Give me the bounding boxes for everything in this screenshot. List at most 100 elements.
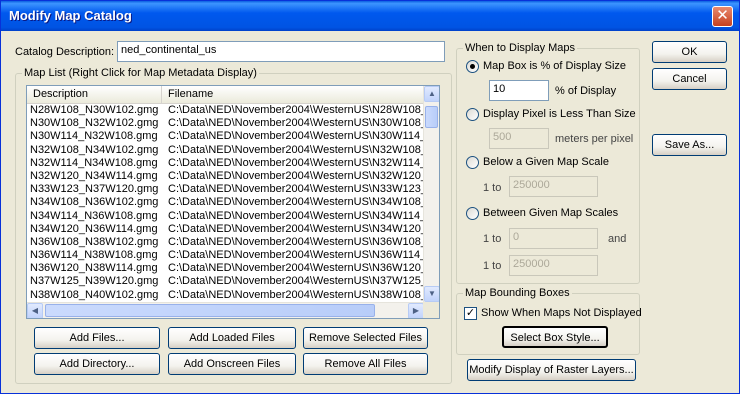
scale-prefix: 1 to: [483, 182, 502, 194]
row-description: N38W108_N40W102.gmg: [30, 288, 159, 301]
mapbox-percent-input[interactable]: 10: [489, 80, 549, 101]
scroll-right-icon[interactable]: ▶: [408, 303, 424, 318]
scroll-up-icon[interactable]: ▲: [424, 86, 439, 102]
between-to-prefix: 1 to: [483, 260, 502, 272]
row-description: N34W120_N36W114.gmg: [30, 222, 158, 235]
table-row[interactable]: N32W120_N34W114.gmg C:\Data\NED\November2…: [27, 170, 424, 183]
row-description: N32W114_N34W108.gmg: [30, 156, 158, 169]
row-filename: C:\Data\NED\November2004\WesternUS\N34W1…: [168, 209, 424, 222]
table-row[interactable]: N30W108_N32W102.gmg C:\Data\NED\November2…: [27, 117, 424, 130]
row-description: N37W125_N39W120.gmg: [30, 275, 159, 288]
horizontal-scrollbar[interactable]: ◀ ▶: [27, 302, 424, 318]
row-description: N36W114_N38W108.gmg: [30, 249, 158, 262]
add-onscreen-files-button[interactable]: Add Onscreen Files: [168, 353, 296, 375]
row-filename: C:\Data\NED\November2004\WesternUS\N34W1…: [168, 222, 424, 235]
table-row[interactable]: N32W108_N34W102.gmg C:\Data\NED\November2…: [27, 144, 424, 157]
radio-scale[interactable]: [466, 156, 479, 169]
table-row[interactable]: N28W108_N30W102.gmg C:\Data\NED\November2…: [27, 104, 424, 117]
between-and-label: and: [608, 233, 627, 245]
table-row[interactable]: N32W114_N34W108.gmg C:\Data\NED\November2…: [27, 157, 424, 170]
table-row[interactable]: N34W108_N36W102.gmg C:\Data\NED\November2…: [27, 196, 424, 209]
row-filename: C:\Data\NED\November2004\WesternUS\N36W1…: [168, 262, 424, 275]
between-to-input[interactable]: 250000: [509, 255, 598, 276]
scale-input[interactable]: 250000: [509, 176, 598, 197]
row-filename: C:\Data\NED\November2004\WesternUS\N32W1…: [168, 169, 424, 182]
between-from-input[interactable]: 0: [509, 228, 598, 249]
radio-pixel[interactable]: [466, 108, 479, 121]
table-row[interactable]: N34W120_N36W114.gmg C:\Data\NED\November2…: [27, 223, 424, 236]
scroll-left-icon[interactable]: ◀: [27, 303, 43, 318]
table-row[interactable]: N30W114_N32W108.gmg C:\Data\NED\November2…: [27, 130, 424, 143]
modify-raster-display-button[interactable]: Modify Display of Raster Layers...: [467, 359, 636, 381]
add-loaded-files-button[interactable]: Add Loaded Files: [168, 327, 296, 349]
row-description: N32W120_N34W114.gmg: [30, 169, 158, 182]
row-description: N28W108_N30W102.gmg: [30, 104, 159, 116]
table-row[interactable]: N37W125_N39W120.gmg C:\Data\NED\November2…: [27, 275, 424, 288]
radio-mapbox-label: Map Box is % of Display Size: [483, 60, 627, 72]
row-description: N36W108_N38W102.gmg: [30, 235, 159, 248]
radio-between-label: Between Given Map Scales: [483, 207, 619, 219]
radio-mapbox[interactable]: [466, 60, 479, 73]
radio-between[interactable]: [466, 207, 479, 220]
bounding-boxes-title: Map Bounding Boxes: [463, 287, 572, 299]
show-bounding-checkbox[interactable]: ✓: [464, 307, 477, 320]
cancel-button[interactable]: Cancel: [652, 68, 727, 90]
row-filename: C:\Data\NED\November2004\WesternUS\N36W1…: [168, 249, 424, 262]
row-filename: C:\Data\NED\November2004\WesternUS\N28W1…: [168, 104, 424, 116]
pixel-size-input[interactable]: 500: [489, 128, 549, 149]
table-row[interactable]: N36W114_N38W108.gmg C:\Data\NED\November2…: [27, 249, 424, 262]
add-directory-button[interactable]: Add Directory...: [34, 353, 160, 375]
map-list-group-title: Map List (Right Click for Map Metadata D…: [22, 67, 259, 79]
pixel-suffix: meters per pixel: [555, 133, 634, 145]
vertical-scrollbar[interactable]: ▲ ▼: [423, 86, 439, 302]
horizontal-scroll-thumb[interactable]: [45, 304, 375, 317]
row-filename: C:\Data\NED\November2004\WesternUS\N34W1…: [168, 196, 424, 209]
table-row[interactable]: N38W108_N40W102.gmg C:\Data\NED\November2…: [27, 289, 424, 302]
row-filename: C:\Data\NED\November2004\WesternUS\N30W1…: [168, 117, 424, 130]
column-header-description[interactable]: Description: [27, 86, 162, 104]
scroll-corner: [423, 302, 439, 318]
list-header: Description Filename: [27, 86, 424, 104]
table-row[interactable]: N36W108_N38W102.gmg C:\Data\NED\November2…: [27, 236, 424, 249]
dialog-title: Modify Map Catalog: [9, 8, 132, 23]
remove-all-files-button[interactable]: Remove All Files: [303, 353, 428, 375]
list-rows: N28W108_N30W102.gmg C:\Data\NED\November2…: [27, 104, 424, 302]
row-filename: C:\Data\NED\November2004\WesternUS\N32W1…: [168, 156, 424, 169]
row-description: N34W108_N36W102.gmg: [30, 196, 159, 209]
row-description: N36W120_N38W114.gmg: [30, 262, 158, 275]
column-header-filename[interactable]: Filename: [162, 86, 424, 104]
save-as-button[interactable]: Save As...: [652, 134, 727, 156]
row-filename: C:\Data\NED\November2004\WesternUS\N30W1…: [168, 130, 424, 143]
radio-scale-label: Below a Given Map Scale: [483, 156, 609, 168]
select-box-style-button[interactable]: Select Box Style...: [502, 326, 608, 348]
row-description: N30W114_N32W108.gmg: [30, 130, 158, 143]
row-description: N33W123_N37W120.gmg: [30, 183, 159, 196]
remove-selected-files-button[interactable]: Remove Selected Files: [303, 327, 428, 349]
scroll-down-icon[interactable]: ▼: [424, 286, 439, 302]
when-to-display-title: When to Display Maps: [463, 42, 578, 54]
modify-map-catalog-dialog: Modify Map Catalog ✕ Catalog Description…: [0, 0, 740, 394]
row-filename: C:\Data\NED\November2004\WesternUS\N37W1…: [168, 275, 424, 288]
show-bounding-label: Show When Maps Not Displayed: [481, 307, 642, 319]
catalog-description-label: Catalog Description:: [15, 46, 115, 58]
add-files-button[interactable]: Add Files...: [34, 327, 160, 349]
row-description: N34W114_N36W108.gmg: [30, 209, 158, 222]
table-row[interactable]: N33W123_N37W120.gmg C:\Data\NED\November2…: [27, 183, 424, 196]
row-description: N32W108_N34W102.gmg: [30, 143, 159, 156]
row-filename: C:\Data\NED\November2004\WesternUS\N33W1…: [168, 183, 424, 196]
between-from-prefix: 1 to: [483, 233, 502, 245]
row-description: N30W108_N32W102.gmg: [30, 117, 159, 130]
title-bar[interactable]: Modify Map Catalog ✕: [1, 1, 739, 31]
table-row[interactable]: N36W120_N38W114.gmg C:\Data\NED\November2…: [27, 262, 424, 275]
row-filename: C:\Data\NED\November2004\WesternUS\N38W1…: [168, 288, 424, 301]
radio-pixel-label: Display Pixel is Less Than Size: [483, 108, 636, 120]
catalog-description-input[interactable]: ned_continental_us: [117, 41, 445, 62]
row-filename: C:\Data\NED\November2004\WesternUS\N36W1…: [168, 235, 424, 248]
vertical-scroll-thumb[interactable]: [425, 106, 438, 128]
table-row[interactable]: N34W114_N36W108.gmg C:\Data\NED\November2…: [27, 210, 424, 223]
map-list-view[interactable]: Description Filename N28W108_N30W102.gmg…: [26, 85, 440, 319]
ok-button[interactable]: OK: [652, 41, 727, 63]
row-filename: C:\Data\NED\November2004\WesternUS\N32W1…: [168, 143, 424, 156]
close-button[interactable]: ✕: [712, 6, 733, 27]
mapbox-suffix: % of Display: [555, 85, 617, 97]
